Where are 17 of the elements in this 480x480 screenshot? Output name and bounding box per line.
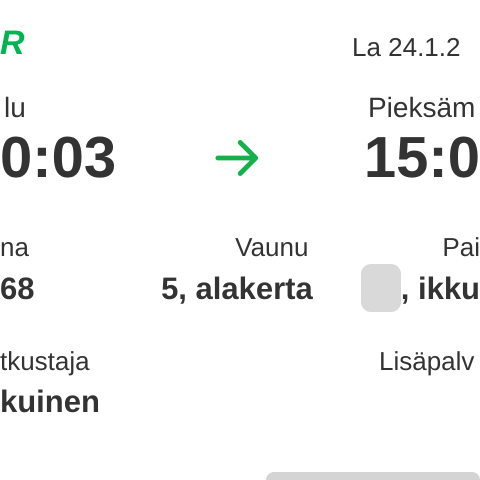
arrival-time: 15:0 [364,129,480,187]
button[interactable] [266,472,480,480]
field-label: na [0,232,29,262]
field-value: 68 [0,272,34,304]
departure-time: 0:03 [0,129,118,187]
field-value: kuinen [0,386,100,416]
logo: R [0,26,26,60]
field-label: Vaunu [235,232,308,262]
departure-station: lu [3,94,27,122]
field-value: , ikku [400,272,480,304]
field-label: Pai [442,232,480,262]
field-label: Lisäpalv [379,348,474,374]
date-text: La 24.1.2 [352,34,460,60]
field-label: tkustaja [0,348,91,374]
arrow-icon [215,139,260,177]
arrival-station: Pieksäm [368,94,476,122]
field-value: 5, alakerta [161,272,313,304]
